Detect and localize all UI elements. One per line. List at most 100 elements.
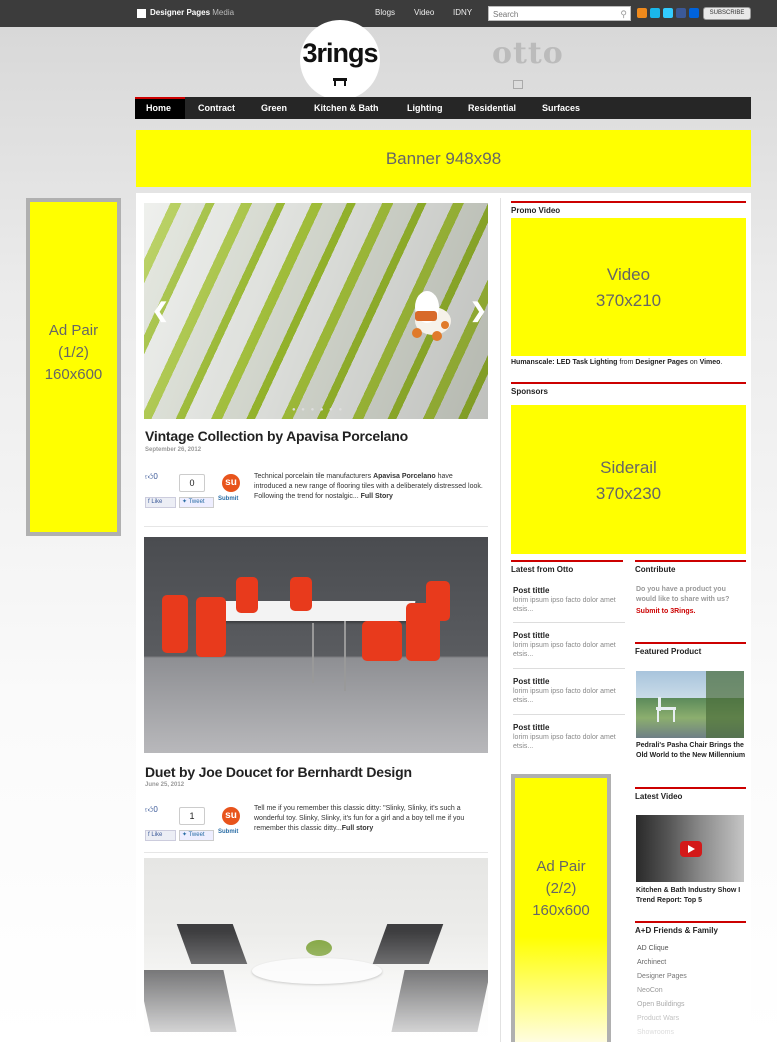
video-title-link[interactable]: Humanscale: LED Task Lighting (511, 359, 617, 366)
nav-residential[interactable]: Residential (468, 103, 516, 113)
latest-video-caption[interactable]: Kitchen & Bath Industry Show I Trend Rep… (636, 886, 746, 906)
ad-pair-right[interactable]: Ad Pair (2/2) 160x600 (511, 774, 611, 1042)
post-1-date: September 26, 2012 (145, 447, 202, 453)
siderail-size: 370x230 (595, 484, 662, 503)
video-label: Video (606, 265, 651, 284)
friend-link[interactable]: Showrooms (637, 1029, 674, 1036)
facebook-icon[interactable] (676, 8, 686, 18)
video-caption: Humanscale: LED Task Lighting from Desig… (511, 359, 723, 366)
logo-otto[interactable]: otto (492, 36, 564, 71)
facebook-like-button[interactable]: f Like (145, 497, 176, 508)
full-story-link[interactable]: Full story (342, 825, 374, 832)
designer-pages-link[interactable]: Designer Pages (635, 359, 688, 366)
nav-contract[interactable]: Contract (198, 103, 235, 113)
facebook-like-button[interactable]: f Like (145, 830, 176, 841)
slider-prev-icon[interactable]: ❮ (152, 298, 169, 323)
siderail-ad[interactable]: Siderail 370x230 (511, 405, 746, 554)
ad-label: 160x600 (532, 902, 590, 919)
latest-video-heading: Latest Video (635, 787, 746, 801)
nav-home[interactable]: Home (146, 103, 171, 113)
rss-icon[interactable] (637, 8, 647, 18)
latest-post-title[interactable]: Post tittle (513, 586, 549, 595)
banner-ad[interactable]: Banner 948x98 (136, 130, 751, 187)
topnav-video[interactable]: Video (414, 8, 434, 17)
twitter-bird-icon: ✦ (182, 832, 188, 838)
friend-link[interactable]: Designer Pages (637, 973, 687, 980)
logo-3rings-text: 3rings (302, 38, 378, 68)
contribute-text: Do you have a product you would like to … (636, 586, 730, 603)
friend-link[interactable]: Archinect (637, 959, 666, 966)
ad-pair-left[interactable]: Ad Pair (1/2) 160x600 (26, 198, 121, 536)
post-1-image-slider[interactable]: ❮ ❯ ● ● ● ● ● ● (144, 203, 488, 419)
stumbleupon-icon[interactable]: su (222, 807, 240, 825)
contribute-link[interactable]: Submit to 3Rings. (636, 608, 696, 615)
topnav-blogs[interactable]: Blogs (375, 8, 395, 17)
search-input[interactable] (493, 9, 603, 19)
contribute-heading: Contribute (635, 560, 746, 574)
tweet-button[interactable]: ✦ Tweet (179, 830, 214, 841)
vimeo-icon[interactable] (650, 8, 660, 18)
subscribe-button[interactable]: SUBSCRIBE (703, 7, 751, 20)
featured-product-caption[interactable]: Pedrali's Pasha Chair Brings the Old Wor… (636, 741, 746, 761)
post-2-title[interactable]: Duet by Joe Doucet for Bernhardt Design (145, 764, 412, 780)
nav-lighting[interactable]: Lighting (407, 103, 443, 113)
red-chair (162, 595, 188, 653)
twitter-icon[interactable] (663, 8, 673, 18)
ad-label: 160x600 (44, 366, 103, 383)
red-chair (406, 603, 440, 661)
brand-link[interactable]: Designer Pages Media (150, 8, 234, 17)
list-separator (513, 668, 625, 669)
stumbleupon-icon[interactable]: su (222, 474, 240, 492)
latest-post-title[interactable]: Post tittle (513, 631, 549, 640)
search-icon[interactable]: ⚲ (620, 9, 627, 20)
friend-link[interactable]: Product Wars (637, 1015, 679, 1022)
vimeo-link[interactable]: Vimeo (700, 359, 721, 366)
twitter-bird-icon: ✦ (182, 499, 188, 505)
video-placeholder[interactable]: Video 370x210 (511, 218, 746, 356)
friend-link[interactable]: AD Clique (637, 945, 669, 952)
post-1-title[interactable]: Vintage Collection by Apavisa Porcelano (145, 428, 408, 444)
post-separator (144, 526, 488, 527)
topnav-idny[interactable]: IDNY (453, 8, 472, 17)
main-nav: Home Contract Green Kitchen & Bath Light… (135, 97, 751, 119)
submit-link[interactable]: Submit (218, 829, 238, 835)
red-chair (290, 577, 312, 611)
post-2-image[interactable] (144, 537, 488, 753)
ad-label: Ad Pair (48, 322, 99, 339)
red-chair (362, 621, 402, 661)
designer-pages-logo-icon[interactable] (137, 9, 146, 18)
logo-3rings[interactable]: 3rings (300, 20, 380, 100)
latest-post-title[interactable]: Post tittle (513, 677, 549, 686)
siderail-label: Siderail (600, 458, 657, 477)
tweet-button[interactable]: ✦ Tweet (179, 497, 214, 508)
chair-image (656, 671, 744, 738)
nav-green[interactable]: Green (261, 103, 287, 113)
friend-link[interactable]: NeoCon (637, 987, 663, 994)
otto-icon (513, 80, 523, 89)
slider-next-icon[interactable]: ❯ (470, 298, 487, 323)
nav-surfaces[interactable]: Surfaces (542, 103, 580, 113)
friend-link[interactable]: Open Buildings (637, 1001, 684, 1008)
play-icon[interactable] (680, 841, 702, 857)
post-1-social: 👍︎0 0 su f Like ✦ Tweet Submit (145, 472, 249, 512)
latest-video-thumbnail[interactable] (636, 815, 744, 882)
facebook-icon: f (148, 499, 150, 505)
search-box: ⚲ (488, 6, 631, 21)
latest-post-excerpt: lorim ipsum ipso facto dolor amet etsis.… (513, 734, 616, 750)
table-icon (333, 78, 347, 86)
slider-dots[interactable]: ● ● ● ● ● ● (292, 407, 344, 413)
latest-post-excerpt: lorim ipsum ipso facto dolor amet etsis.… (513, 688, 616, 704)
post-2-excerpt: Tell me if you remember this classic dit… (254, 805, 465, 832)
ad-label: (1/2) (58, 344, 89, 361)
red-chair (236, 577, 258, 613)
latest-post-excerpt: lorim ipsum ipso facto dolor amet etsis.… (513, 597, 616, 613)
red-chair (196, 597, 226, 657)
flickr-icon[interactable] (689, 8, 699, 18)
full-story-link[interactable]: Full Story (361, 493, 393, 500)
submit-link[interactable]: Submit (218, 496, 238, 502)
latest-post-title[interactable]: Post tittle (513, 723, 549, 732)
list-separator (513, 622, 625, 623)
nav-kitchen-bath[interactable]: Kitchen & Bath (314, 103, 379, 113)
post-3-image[interactable] (144, 858, 488, 1042)
featured-product-image[interactable] (636, 671, 744, 738)
